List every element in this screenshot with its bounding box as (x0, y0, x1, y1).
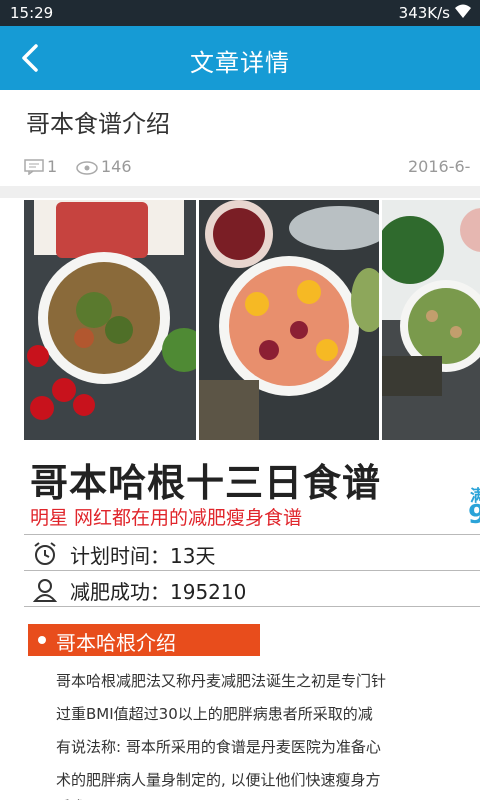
plan-time-value: 13天 (170, 544, 216, 568)
bullet-icon (38, 636, 46, 644)
article-banner-image: 哥本哈根十三日食谱 满 9 明星 网红都在用的减肥瘦身食谱 计划时间：13天 减… (24, 200, 480, 800)
alarm-clock-icon (34, 542, 56, 565)
view-count-value: 146 (101, 157, 132, 176)
banner-subtitle: 明星 网红都在用的减肥瘦身食谱 (30, 507, 303, 529)
paragraph-line: 术的肥胖病人量身制定的, 以便让他们快速瘦身方 (56, 771, 381, 789)
view-count: 146 (76, 157, 132, 176)
food-photo-salad (24, 200, 196, 440)
status-time: 15:29 (10, 4, 54, 22)
food-photo-strip (24, 200, 480, 440)
publish-date: 2016-6- (408, 157, 471, 176)
success-value: 195210 (170, 580, 247, 604)
section-heading-text: 哥本哈根介绍 (56, 631, 176, 655)
side-number: 9 (468, 500, 480, 530)
success-label: 减肥成功： (70, 580, 170, 604)
comment-count-value: 1 (47, 157, 58, 176)
section-heading: 哥本哈根介绍 (28, 624, 260, 656)
eye-icon (76, 161, 98, 175)
section-divider (0, 186, 480, 198)
wifi-icon (454, 3, 472, 23)
paragraph-line: 手术 (56, 796, 86, 800)
article-meta: 1 146 2016-6- (24, 157, 480, 179)
top-navigation-bar: 文章详情 (0, 26, 480, 90)
banner-title: 哥本哈根十三日食谱 (30, 461, 382, 505)
divider-line (24, 534, 480, 535)
plan-time-label: 计划时间： (70, 544, 170, 568)
divider-line (24, 606, 480, 607)
comment-icon (24, 159, 44, 176)
success-count-row: 减肥成功：195210 (32, 576, 246, 605)
article-title: 哥本食谱介绍 (26, 110, 170, 138)
plan-time-row: 计划时间：13天 (32, 540, 215, 569)
food-photo-bowl (199, 200, 379, 440)
user-icon (32, 579, 58, 602)
page-title: 文章详情 (190, 49, 290, 77)
comment-count[interactable]: 1 (24, 157, 57, 176)
divider-line (24, 570, 480, 571)
network-speed: 343K/s (398, 4, 450, 22)
paragraph-line: 过重BMI值超过30以上的肥胖病患者所采取的减 (56, 705, 373, 723)
food-photo-greens (382, 200, 480, 440)
status-bar: 15:29 343K/s (0, 0, 480, 26)
paragraph-line: 有说法称: 哥本所采用的食谱是丹麦医院为准备心 (56, 738, 381, 756)
paragraph-line: 哥本哈根减肥法又称丹麦减肥法诞生之初是专门针 (56, 672, 387, 690)
